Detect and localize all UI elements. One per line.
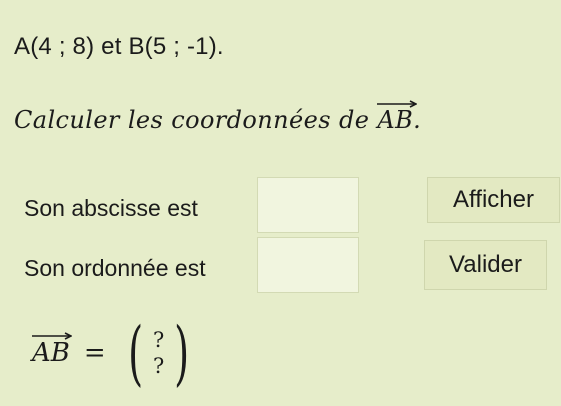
ordinate-input[interactable] (257, 237, 359, 293)
result-y: ? (153, 354, 165, 378)
vector-arrow-icon (377, 100, 418, 108)
given-points-text: A(4 ; 8) et B(5 ; -1). (14, 33, 224, 60)
result-vector: AB = ( ? ? ) (32, 308, 196, 398)
coordinate-pair: ? ? (153, 327, 164, 379)
question-suffix: . (413, 106, 422, 134)
result-x: ? (153, 328, 165, 352)
question-text: Calculer les coordonnées de AB. (14, 100, 422, 134)
left-paren-icon: ( (127, 312, 143, 394)
afficher-button[interactable]: Afficher (427, 177, 560, 223)
abscissa-input[interactable] (257, 177, 359, 233)
abscissa-label: Son abscisse est (24, 195, 198, 221)
right-paren-icon: ) (174, 312, 190, 394)
valider-button[interactable]: Valider (424, 240, 547, 290)
vector-arrow-icon (32, 332, 72, 340)
result-vector-name: AB (32, 332, 72, 368)
equals-sign: = (83, 338, 106, 368)
ordinate-label: Son ordonnée est (24, 255, 206, 281)
question-vector: AB (377, 100, 418, 134)
question-prefix: Calculer les coordonnées de (14, 106, 378, 134)
